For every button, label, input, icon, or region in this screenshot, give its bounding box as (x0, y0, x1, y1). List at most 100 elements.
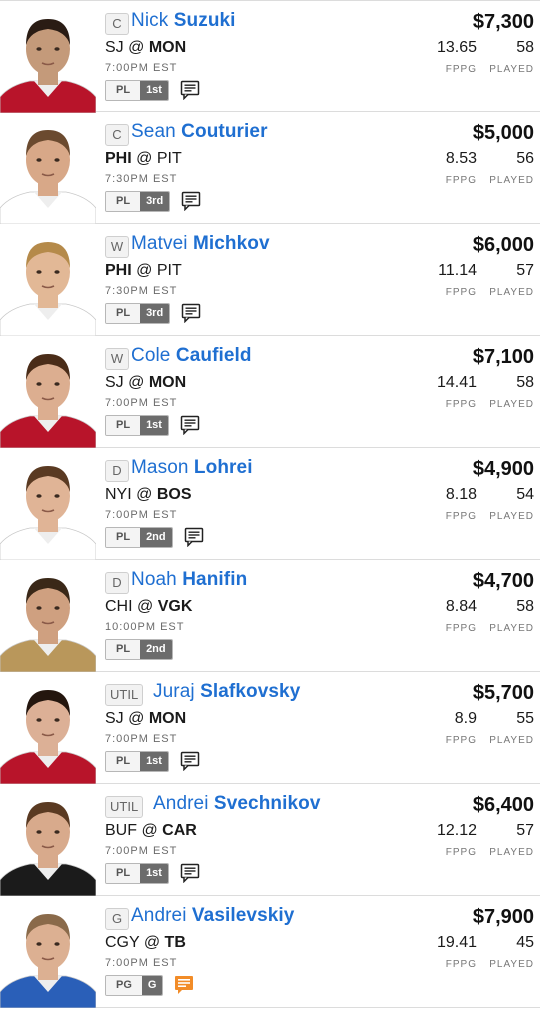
fppg-label: FPPG (445, 959, 477, 970)
played-value: 57 (516, 822, 534, 839)
player-row[interactable]: UTIL Andrei Svechnikov BUF @ CAR 7:00PM … (0, 784, 540, 896)
position-badge: W (105, 236, 129, 258)
player-name-link[interactable]: Cole Caufield (131, 345, 252, 367)
line-assignment: PL 3rd (105, 302, 201, 324)
player-name-link[interactable]: Noah Hanifin (131, 569, 247, 591)
salary: $7,100 (472, 346, 534, 368)
away-team: SJ (105, 710, 124, 727)
position-badge: G (105, 908, 129, 930)
line-badge-type: PL (106, 639, 141, 659)
line-badge-rank: 1st (140, 415, 168, 435)
notes-icon[interactable] (180, 415, 200, 436)
home-team: BOS (156, 486, 192, 503)
player-first-name: Noah (131, 569, 177, 590)
matchup: CHI @ VGK (105, 598, 192, 616)
player-name-link[interactable]: Matvei Michkov (131, 233, 270, 255)
fppg-label: FPPG (445, 847, 477, 858)
away-team: NYI (105, 486, 132, 503)
game-time: 7:00PM EST (105, 62, 178, 74)
player-row[interactable]: C Sean Couturier PHI @ PIT 7:30PM EST PL… (0, 112, 540, 224)
player-row[interactable]: G Andrei Vasilevskiy CGY @ TB 7:00PM EST… (0, 896, 540, 1008)
game-time: 10:00PM EST (105, 621, 185, 633)
played-label: PLAYED (489, 959, 534, 970)
player-name-link[interactable]: Mason Lohrei (131, 457, 253, 479)
at-symbol: @ (136, 262, 153, 279)
fppg-value: 13.65 (436, 39, 477, 56)
played-label: PLAYED (489, 623, 534, 634)
player-first-name: Andrei (153, 793, 209, 814)
notes-icon[interactable] (184, 527, 204, 548)
fppg-label: FPPG (445, 64, 477, 75)
played-value: 54 (516, 486, 534, 503)
notes-icon[interactable] (180, 751, 200, 772)
fppg-value: 11.14 (438, 262, 477, 279)
home-team: MON (148, 374, 187, 391)
player-row[interactable]: W Matvei Michkov PHI @ PIT 7:30PM EST PL… (0, 224, 540, 336)
at-symbol: @ (128, 39, 145, 56)
player-name-link[interactable]: Andrei Vasilevskiy (131, 905, 294, 927)
game-time: 7:00PM EST (105, 509, 178, 521)
player-last-name: Vasilevskiy (191, 905, 295, 926)
fppg-value: 19.41 (436, 934, 477, 951)
at-symbol: @ (136, 150, 153, 167)
game-time: 7:30PM EST (105, 285, 178, 297)
line-assignment: PL 2nd (105, 526, 204, 548)
player-row[interactable]: C Nick Suzuki SJ @ MON 7:00PM EST PL 1st… (0, 0, 540, 113)
fppg-value: 8.9 (454, 710, 477, 727)
player-headshot (0, 5, 96, 113)
line-badge: PL 3rd (105, 190, 171, 212)
away-team: PHI (105, 150, 132, 167)
matchup: SJ @ MON (105, 710, 186, 728)
player-row[interactable]: W Cole Caufield SJ @ MON 7:00PM EST PL 1… (0, 336, 540, 448)
line-badge-type: PL (106, 863, 141, 883)
matchup: SJ @ MON (105, 374, 186, 392)
player-row[interactable]: D Mason Lohrei NYI @ BOS 7:00PM EST PL 2… (0, 448, 540, 560)
line-assignment: PG G (105, 974, 194, 996)
player-name-link[interactable]: Juraj Slafkovsky (153, 681, 300, 703)
player-last-name: Couturier (181, 121, 268, 142)
salary: $4,700 (472, 570, 534, 592)
salary: $7,300 (472, 11, 534, 33)
notes-icon[interactable] (181, 303, 201, 324)
player-first-name: Mason (131, 457, 189, 478)
player-headshot (0, 452, 96, 560)
player-name-link[interactable]: Nick Suzuki (131, 10, 236, 32)
notes-icon[interactable] (181, 191, 201, 212)
home-team: TB (164, 934, 186, 951)
player-last-name: Caufield (175, 345, 252, 366)
notes-icon[interactable] (180, 80, 200, 101)
line-badge: PL 1st (105, 414, 169, 436)
played-value: 56 (516, 150, 534, 167)
player-last-name: Suzuki (173, 10, 236, 31)
game-time: 7:00PM EST (105, 845, 178, 857)
fppg-value: 14.41 (436, 374, 477, 391)
news-note-icon[interactable] (174, 975, 194, 995)
played-value: 58 (516, 374, 534, 391)
matchup: BUF @ CAR (105, 822, 197, 840)
matchup: PHI @ PIT (105, 150, 182, 168)
player-row[interactable]: D Noah Hanifin CHI @ VGK 10:00PM EST PL … (0, 560, 540, 672)
player-first-name: Matvei (131, 233, 188, 254)
home-team: MON (148, 39, 187, 56)
player-first-name: Juraj (153, 681, 195, 702)
played-label: PLAYED (489, 735, 534, 746)
away-team: CHI (105, 598, 133, 615)
game-time: 7:00PM EST (105, 957, 178, 969)
line-badge: PL 1st (105, 79, 169, 101)
fppg-value: 8.84 (445, 598, 477, 615)
position-badge: C (105, 13, 129, 35)
played-label: PLAYED (489, 287, 534, 298)
player-name-link[interactable]: Andrei Svechnikov (153, 793, 321, 815)
fppg-label: FPPG (445, 511, 477, 522)
line-badge-rank: 2nd (140, 639, 172, 659)
player-first-name: Sean (131, 121, 176, 142)
notes-icon[interactable] (180, 863, 200, 884)
fppg-value: 8.18 (445, 486, 477, 503)
line-badge-type: PL (106, 191, 141, 211)
player-name-link[interactable]: Sean Couturier (131, 121, 268, 143)
home-team: PIT (156, 262, 182, 279)
position-badge: C (105, 124, 129, 146)
salary: $6,000 (472, 234, 534, 256)
matchup: NYI @ BOS (105, 486, 192, 504)
player-row[interactable]: UTIL Juraj Slafkovsky SJ @ MON 7:00PM ES… (0, 672, 540, 784)
